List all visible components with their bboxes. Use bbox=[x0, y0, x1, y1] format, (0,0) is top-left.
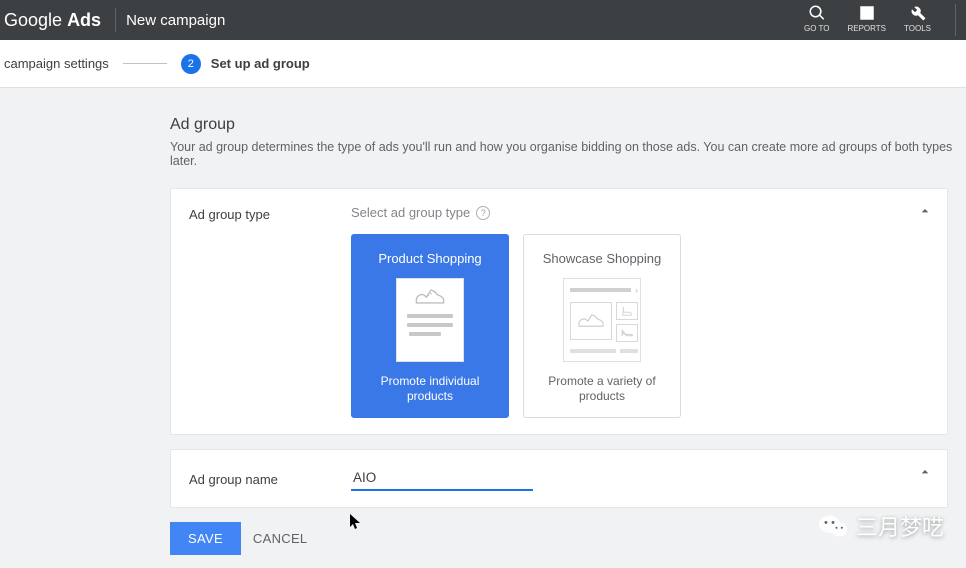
step-bar: campaign settings 2 Set up ad group bbox=[0, 40, 966, 88]
wrench-icon bbox=[909, 4, 927, 22]
goto-tool[interactable]: GO TO bbox=[804, 4, 830, 33]
illus-bar bbox=[409, 332, 441, 336]
ad-group-type-card: Ad group type Select ad group type ? Pro… bbox=[170, 188, 948, 435]
save-button[interactable]: SAVE bbox=[170, 522, 241, 555]
wechat-icon bbox=[818, 513, 848, 539]
option-showcase-shopping[interactable]: Showcase Shopping › bbox=[523, 234, 681, 418]
bar-chart-icon bbox=[858, 4, 876, 22]
top-header: Google Ads New campaign GO TO REPORTS TO… bbox=[0, 0, 966, 40]
page-title: New campaign bbox=[126, 12, 225, 29]
select-hint: Select ad group type ? bbox=[351, 205, 929, 220]
step-prev[interactable]: campaign settings bbox=[4, 56, 109, 71]
chevron-up-icon bbox=[917, 203, 933, 219]
header-separator bbox=[955, 4, 956, 36]
step-connector bbox=[123, 63, 167, 64]
chevron-up-icon bbox=[917, 464, 933, 480]
shoe-icon bbox=[576, 310, 606, 332]
option2-title: Showcase Shopping bbox=[543, 251, 662, 266]
watermark-text: 三月梦呓 bbox=[856, 510, 944, 542]
watermark: 三月梦呓 bbox=[818, 510, 944, 542]
illus-bar bbox=[407, 314, 453, 318]
reports-tool[interactable]: REPORTS bbox=[847, 4, 886, 33]
cancel-button[interactable]: CANCEL bbox=[253, 531, 308, 546]
option-product-shopping[interactable]: Product Shopping Promote individual prod… bbox=[351, 234, 509, 418]
chevron-right-icon: › bbox=[635, 285, 638, 295]
product-logo: Google Ads bbox=[0, 10, 113, 31]
reports-label: REPORTS bbox=[847, 24, 886, 33]
option1-illustration bbox=[396, 278, 464, 362]
ad-group-type-label: Ad group type bbox=[189, 205, 351, 222]
header-tools: GO TO REPORTS TOOLS bbox=[804, 4, 956, 36]
heel-icon bbox=[620, 327, 634, 339]
search-icon bbox=[808, 4, 826, 22]
ad-group-name-input[interactable] bbox=[351, 466, 533, 491]
option2-illustration: › bbox=[563, 278, 641, 362]
option1-desc: Promote individual products bbox=[360, 374, 500, 405]
select-hint-text: Select ad group type bbox=[351, 205, 470, 220]
boot-icon bbox=[620, 305, 634, 317]
option-grid: Product Shopping Promote individual prod… bbox=[351, 234, 929, 418]
section-heading: Ad group Your ad group determines the ty… bbox=[170, 88, 966, 174]
collapse-toggle[interactable] bbox=[917, 464, 933, 485]
illus-bar bbox=[407, 323, 453, 327]
ad-group-name-label: Ad group name bbox=[189, 470, 351, 487]
collapse-toggle[interactable] bbox=[917, 203, 933, 224]
help-icon[interactable]: ? bbox=[476, 206, 490, 220]
ad-group-name-card: Ad group name bbox=[170, 449, 948, 508]
option2-desc: Promote a variety of products bbox=[532, 374, 672, 405]
main-content: Ad group Your ad group determines the ty… bbox=[0, 88, 966, 555]
goto-label: GO TO bbox=[804, 24, 830, 33]
option1-title: Product Shopping bbox=[378, 251, 481, 266]
step-active-label: Set up ad group bbox=[211, 56, 310, 71]
header-left: Google Ads New campaign bbox=[0, 8, 804, 32]
step-badge: 2 bbox=[181, 54, 201, 74]
header-divider bbox=[115, 8, 116, 32]
section-title: Ad group bbox=[170, 116, 966, 134]
logo-text-b: Ads bbox=[67, 10, 101, 30]
tools-label: TOOLS bbox=[904, 24, 931, 33]
shoe-icon bbox=[413, 285, 447, 309]
tools-tool[interactable]: TOOLS bbox=[904, 4, 931, 33]
section-subtitle: Your ad group determines the type of ads… bbox=[170, 140, 966, 168]
logo-text-a: Google bbox=[4, 10, 62, 30]
